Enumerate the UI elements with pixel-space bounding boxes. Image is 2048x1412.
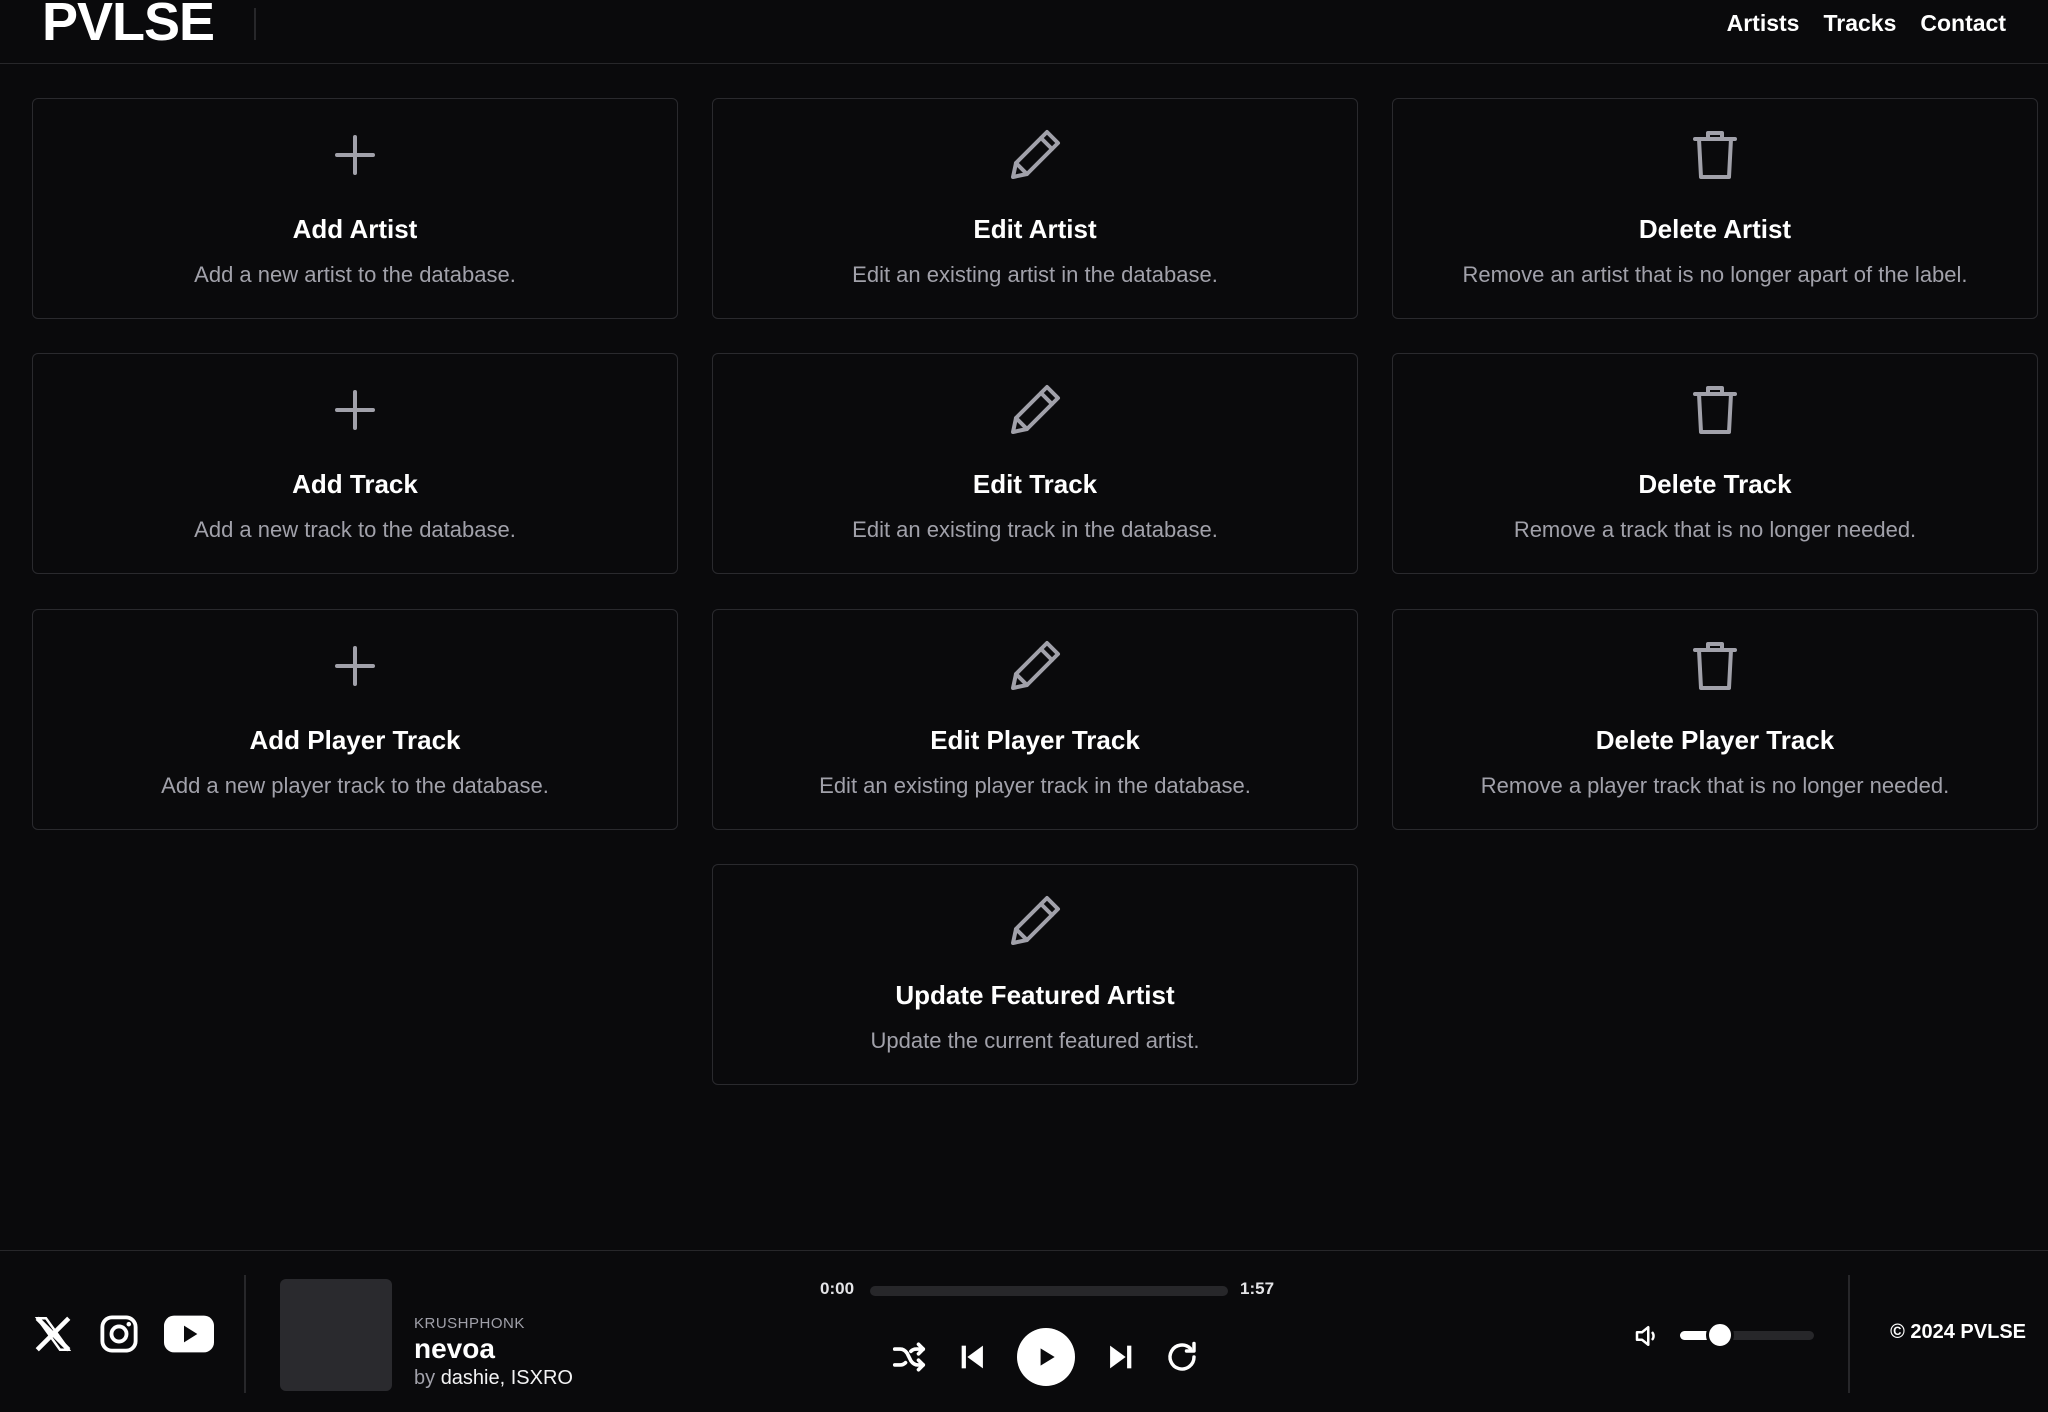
- volume-slider[interactable]: [1680, 1321, 1814, 1349]
- playback-controls: [890, 1327, 1200, 1387]
- track-title: nevoa: [414, 1333, 495, 1364]
- shuffle-icon[interactable]: [890, 1338, 928, 1376]
- card-description: Remove a player track that is no longer …: [1480, 773, 1950, 798]
- music-player-bar: KRUSHPHONK nevoa by dashie, ISXRO 0:00 1…: [0, 1250, 2048, 1412]
- card-add-track[interactable]: Add Track Add a new track to the databas…: [32, 353, 678, 574]
- card-title: Delete Player Track: [1595, 725, 1835, 755]
- skip-back-icon[interactable]: [956, 1340, 990, 1374]
- plus-icon: [323, 634, 387, 698]
- card-description: Add a new player track to the database.: [161, 773, 549, 798]
- copyright: © 2024 PVLSE: [1890, 1321, 2026, 1343]
- top-header: PVLSE Artists Tracks Contact: [0, 0, 2048, 64]
- card-title: Add Artist: [292, 214, 418, 244]
- card-title: Edit Artist: [973, 214, 1097, 244]
- track-by-prefix: by: [414, 1367, 436, 1389]
- card-title: Edit Player Track: [930, 725, 1140, 755]
- card-edit-player-track[interactable]: Edit Player Track Edit an existing playe…: [712, 609, 1358, 830]
- card-add-player-track[interactable]: Add Player Track Add a new player track …: [32, 609, 678, 830]
- card-description: Edit an existing artist in the database.: [852, 262, 1218, 287]
- card-title: Update Featured Artist: [895, 980, 1175, 1010]
- pencil-icon: [1003, 123, 1067, 187]
- album-art: [280, 1279, 392, 1391]
- player-divider-right: [1848, 1275, 1850, 1393]
- pencil-icon: [1003, 378, 1067, 442]
- duration: 1:57: [1240, 1279, 1275, 1298]
- card-description: Add a new artist to the database.: [194, 262, 516, 287]
- card-title: Delete Artist: [1638, 214, 1792, 244]
- card-description: Edit an existing player track in the dat…: [819, 773, 1251, 798]
- trash-icon: [1683, 378, 1747, 442]
- play-icon: [1040, 1348, 1055, 1366]
- pencil-icon: [1003, 889, 1067, 953]
- play-button[interactable]: [1017, 1328, 1075, 1386]
- pencil-icon: [1003, 634, 1067, 698]
- x-icon[interactable]: [32, 1313, 74, 1360]
- main-nav: Artists Tracks Contact: [1727, 8, 2006, 38]
- nav-tracks[interactable]: Tracks: [1823, 8, 1896, 38]
- trash-icon: [1683, 123, 1747, 187]
- card-edit-track[interactable]: Edit Track Edit an existing track in the…: [712, 353, 1358, 574]
- social-links: [32, 1313, 214, 1360]
- card-edit-artist[interactable]: Edit Artist Edit an existing artist in t…: [712, 98, 1358, 319]
- card-description: Remove an artist that is no longer apart…: [1462, 262, 1968, 287]
- volume-icon[interactable]: [1632, 1321, 1662, 1356]
- plus-icon: [323, 378, 387, 442]
- player-divider-left: [244, 1275, 246, 1393]
- track-artists: by dashie, ISXRO: [414, 1365, 573, 1391]
- card-title: Edit Track: [972, 469, 1098, 499]
- card-description: Remove a track that is no longer needed.: [1513, 517, 1917, 542]
- trash-icon: [1683, 634, 1747, 698]
- plus-icon: [323, 123, 387, 187]
- track-artist-names[interactable]: dashie, ISXRO: [441, 1367, 573, 1389]
- repeat-icon[interactable]: [1164, 1339, 1200, 1375]
- card-update-featured-artist[interactable]: Update Featured Artist Update the curren…: [712, 864, 1358, 1085]
- youtube-icon[interactable]: [164, 1314, 214, 1359]
- track-info: KRUSHPHONK nevoa by dashie, ISXRO: [414, 1315, 573, 1391]
- card-description: Add a new track to the database.: [194, 517, 516, 542]
- card-delete-player-track[interactable]: Delete Player Track Remove a player trac…: [1392, 609, 2038, 830]
- card-title: Add Track: [292, 469, 418, 499]
- track-label: KRUSHPHONK: [414, 1315, 525, 1332]
- card-delete-track[interactable]: Delete Track Remove a track that is no l…: [1392, 353, 2038, 574]
- current-time: 0:00: [820, 1279, 855, 1298]
- card-title: Add Player Track: [249, 725, 461, 755]
- card-delete-artist[interactable]: Delete Artist Remove an artist that is n…: [1392, 98, 2038, 319]
- progress-bar[interactable]: [870, 1286, 1228, 1296]
- card-description: Update the current featured artist.: [870, 1028, 1200, 1053]
- header-divider: [254, 8, 256, 40]
- card-title: Delete Track: [1638, 469, 1792, 499]
- card-description: Edit an existing track in the database.: [852, 517, 1218, 542]
- instagram-icon[interactable]: [98, 1313, 140, 1360]
- volume-knob[interactable]: [1706, 1321, 1735, 1349]
- skip-forward-icon[interactable]: [1103, 1340, 1137, 1374]
- site-logo[interactable]: PVLSE: [42, 0, 215, 50]
- nav-artists[interactable]: Artists: [1727, 8, 1800, 38]
- card-add-artist[interactable]: Add Artist Add a new artist to the datab…: [32, 98, 678, 319]
- nav-contact[interactable]: Contact: [1920, 8, 2006, 38]
